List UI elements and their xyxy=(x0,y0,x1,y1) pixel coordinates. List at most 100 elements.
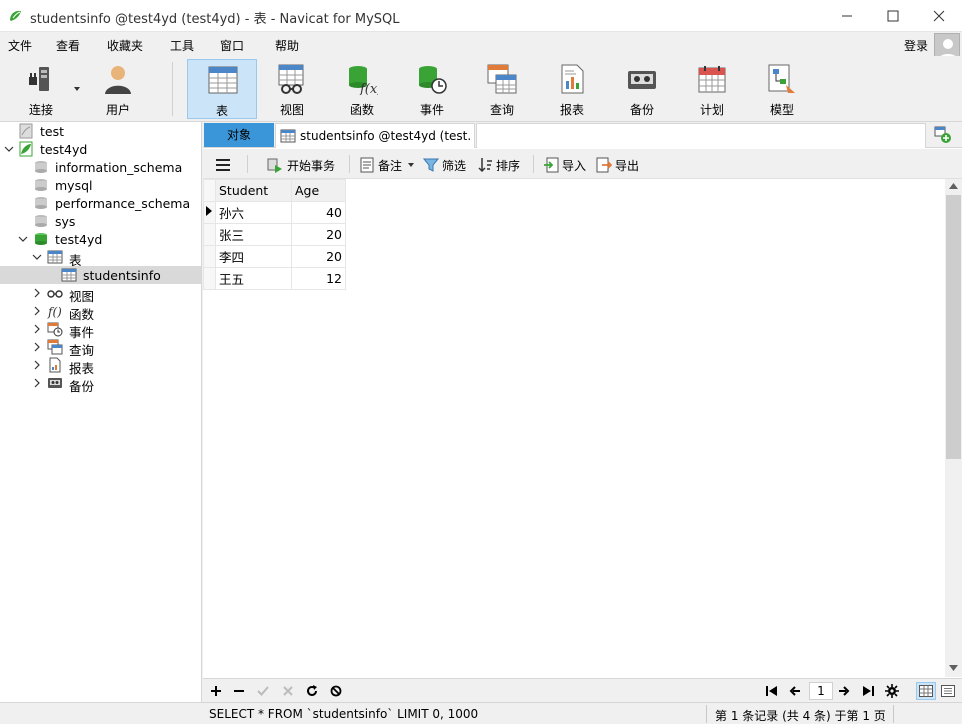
grid-view-button[interactable] xyxy=(916,682,936,700)
add-record-button[interactable] xyxy=(208,683,224,699)
event-button[interactable]: 事件 xyxy=(397,59,467,119)
cell-age[interactable]: 40 xyxy=(291,201,346,224)
column-header-age[interactable]: Age xyxy=(291,179,346,202)
first-page-button[interactable] xyxy=(764,683,780,699)
view-icon xyxy=(47,290,63,298)
column-header-student[interactable]: Student xyxy=(215,179,292,202)
sort-button[interactable]: 排序 xyxy=(477,156,520,174)
tab-studentsinfo[interactable]: studentsinfo @test4yd (test... xyxy=(275,123,475,148)
table-button[interactable]: 表 xyxy=(187,59,257,119)
table-row[interactable]: 张三 20 xyxy=(203,223,346,246)
previous-page-button[interactable] xyxy=(787,683,803,699)
chevron-down-icon[interactable] xyxy=(3,143,15,155)
cell-student[interactable]: 李四 xyxy=(215,245,292,268)
query-icon xyxy=(487,64,517,94)
maximize-button[interactable] xyxy=(870,0,916,32)
cell-age[interactable]: 20 xyxy=(291,223,346,246)
menu-file[interactable]: 文件 xyxy=(8,37,32,54)
row-indicator[interactable] xyxy=(203,201,216,224)
tree-item-backups[interactable]: 备份 xyxy=(0,374,201,394)
chevron-right-icon[interactable] xyxy=(31,323,43,335)
menu-window[interactable]: 窗口 xyxy=(220,37,244,54)
grid-settings-button[interactable] xyxy=(884,683,900,699)
form-view-button[interactable] xyxy=(940,683,956,699)
begin-transaction-button[interactable]: 开始事务 xyxy=(267,156,335,174)
chevron-right-icon[interactable] xyxy=(31,341,43,353)
scrollbar-thumb[interactable] xyxy=(946,195,961,459)
row-indicator[interactable] xyxy=(203,245,216,268)
table-row[interactable]: 李四 20 xyxy=(203,245,346,268)
tree-item-db-information-schema[interactable]: information_schema xyxy=(0,158,201,176)
stop-button[interactable] xyxy=(328,683,344,699)
note-button[interactable]: 备注 xyxy=(359,156,417,174)
cell-age[interactable]: 20 xyxy=(291,245,346,268)
tree-item-connection-test4yd[interactable]: test4yd xyxy=(0,140,201,158)
tree-item-queries[interactable]: 查询 xyxy=(0,338,201,358)
next-page-button[interactable] xyxy=(836,683,852,699)
chevron-down-icon[interactable] xyxy=(17,233,29,245)
menu-help[interactable]: 帮助 xyxy=(275,37,299,54)
chevron-right-icon[interactable] xyxy=(31,377,43,389)
chevron-right-icon[interactable] xyxy=(31,359,43,371)
cell-student[interactable]: 王五 xyxy=(215,267,292,290)
model-button[interactable]: 模型 xyxy=(747,59,817,119)
cell-student[interactable]: 张三 xyxy=(215,223,292,246)
tool-label: 连接 xyxy=(28,103,53,117)
close-button[interactable] xyxy=(916,0,962,32)
tree-item-db-test4yd[interactable]: test4yd xyxy=(0,230,201,248)
tree-item-db-mysql[interactable]: mysql xyxy=(0,176,201,194)
tree-item-table-studentsinfo[interactable]: studentsinfo xyxy=(0,266,201,284)
delete-record-button[interactable] xyxy=(231,683,247,699)
user-button[interactable]: 用户 xyxy=(83,59,153,119)
tree-item-events[interactable]: 事件 xyxy=(0,320,201,340)
login-link[interactable]: 登录 xyxy=(904,37,928,54)
refresh-button[interactable] xyxy=(304,683,320,699)
minimize-button[interactable] xyxy=(824,0,870,32)
view-icon xyxy=(278,64,304,94)
tree-item-tables[interactable]: 表 xyxy=(0,248,201,268)
scroll-up-icon[interactable] xyxy=(949,183,958,189)
apply-changes-button[interactable] xyxy=(255,683,271,699)
cell-age[interactable]: 12 xyxy=(291,267,346,290)
backup-button[interactable]: 备份 xyxy=(607,59,677,119)
query-button[interactable]: 查询 xyxy=(467,59,537,119)
table-row[interactable]: 王五 12 xyxy=(203,267,346,290)
hamburger-menu-button[interactable] xyxy=(215,156,234,174)
schedule-button[interactable]: 计划 xyxy=(677,59,747,119)
last-page-button[interactable] xyxy=(860,683,876,699)
row-indicator[interactable] xyxy=(203,267,216,290)
filter-button[interactable]: 筛选 xyxy=(423,156,466,174)
tree-item-connection-test[interactable]: test xyxy=(0,122,201,140)
cell-student[interactable]: 孙六 xyxy=(215,201,292,224)
discard-changes-button[interactable] xyxy=(280,683,296,699)
export-icon xyxy=(596,157,612,173)
tab-objects[interactable]: 对象 xyxy=(204,123,274,147)
page-number-input[interactable]: 1 xyxy=(809,682,833,700)
tree-item-db-performance-schema[interactable]: performance_schema xyxy=(0,194,201,212)
arrow-right-icon xyxy=(839,686,850,696)
vertical-scrollbar[interactable] xyxy=(945,179,962,677)
chevron-down-icon[interactable] xyxy=(31,251,43,263)
table-row[interactable]: 孙六 40 xyxy=(203,201,346,224)
menu-favorites[interactable]: 收藏夹 xyxy=(107,37,143,54)
menu-view[interactable]: 查看 xyxy=(56,37,80,54)
import-button[interactable]: 导入 xyxy=(543,156,586,174)
model-icon xyxy=(768,64,795,93)
chevron-right-icon[interactable] xyxy=(31,287,43,299)
tree-item-db-sys[interactable]: sys xyxy=(0,212,201,230)
export-button[interactable]: 导出 xyxy=(596,156,639,174)
new-tab-button[interactable] xyxy=(931,125,953,145)
chevron-down-icon[interactable] xyxy=(74,87,80,91)
function-button[interactable]: f(x) 函数 xyxy=(327,59,397,119)
tool-label: 备份 xyxy=(629,103,654,117)
scroll-down-icon[interactable] xyxy=(949,665,958,671)
tree-item-reports[interactable]: 报表 xyxy=(0,356,201,376)
row-indicator[interactable] xyxy=(203,223,216,246)
report-button[interactable]: 报表 xyxy=(537,59,607,119)
view-button[interactable]: 视图 xyxy=(257,59,327,119)
connection-button[interactable]: 连接 xyxy=(6,59,80,119)
tree-item-functions[interactable]: f() 函数 xyxy=(0,302,201,322)
menu-tools[interactable]: 工具 xyxy=(170,37,194,54)
tree-item-views[interactable]: 视图 xyxy=(0,284,201,304)
chevron-right-icon[interactable] xyxy=(31,305,43,317)
